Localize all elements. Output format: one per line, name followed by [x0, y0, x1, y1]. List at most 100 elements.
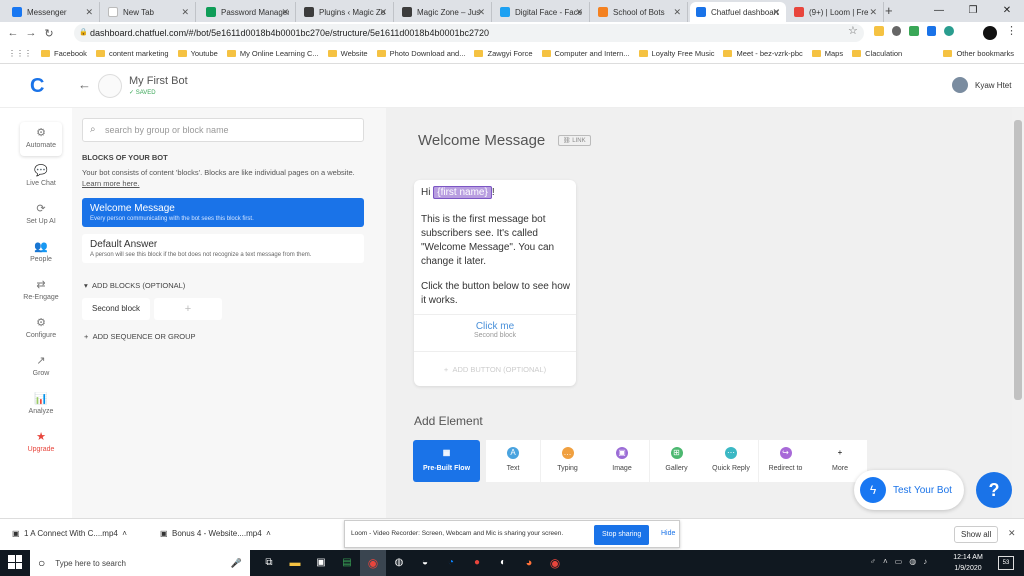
back-icon[interactable]: ←: [4, 27, 22, 39]
browser-tab[interactable]: Messenger ✕: [6, 2, 100, 22]
message-text-2[interactable]: Click the button below to see how it wor…: [421, 280, 571, 308]
close-downloads-icon[interactable]: ✕: [1008, 528, 1016, 539]
tab-close-icon[interactable]: ✕: [281, 7, 289, 18]
browser-tab[interactable]: New Tab ✕: [102, 2, 196, 22]
tab-close-icon[interactable]: ✕: [181, 7, 189, 18]
user-name[interactable]: Kyaw Htet: [975, 81, 1011, 90]
browser-tab[interactable]: Magic Zone – Jus ✕: [396, 2, 492, 22]
add-element-quick-reply[interactable]: ⋯ Quick Reply: [704, 440, 758, 482]
add-element-image[interactable]: ▣ Image: [595, 440, 649, 482]
tab-close-icon[interactable]: ✕: [772, 7, 780, 18]
help-button[interactable]: ?: [976, 472, 1012, 508]
editor-title[interactable]: Welcome Message: [418, 132, 545, 149]
back-arrow-icon[interactable]: ←: [78, 77, 91, 92]
profile-avatar[interactable]: [983, 26, 997, 40]
bot-name[interactable]: My First Bot: [129, 75, 188, 87]
firefox-icon[interactable]: ◕: [516, 550, 542, 576]
mic-icon[interactable]: 🎤: [231, 558, 242, 569]
browser-tab[interactable]: Password Manager ✕: [200, 2, 296, 22]
stop-sharing-button[interactable]: Stop sharing: [594, 525, 650, 545]
link-button[interactable]: ⛓ LINK: [558, 135, 591, 146]
star-icon[interactable]: ☆: [848, 24, 858, 37]
reload-icon[interactable]: ↻: [40, 27, 58, 40]
bot-avatar[interactable]: [98, 74, 122, 98]
browser-tab[interactable]: Digital Face - Face ✕: [494, 2, 590, 22]
windows-start-icon[interactable]: [8, 555, 22, 569]
bookmark-item[interactable]: Maps: [811, 49, 843, 58]
bookmark-item[interactable]: Zawgyi Force: [474, 49, 533, 58]
tab-close-icon[interactable]: ✕: [673, 7, 681, 18]
bookmark-item[interactable]: Youtube: [177, 49, 218, 58]
user-avatar[interactable]: [952, 77, 968, 93]
bookmark-item[interactable]: content marketing: [95, 49, 169, 58]
tab-close-icon[interactable]: ✕: [85, 7, 93, 18]
chrome-icon-2[interactable]: ◉: [542, 550, 568, 576]
learn-more-link[interactable]: Learn more here.: [82, 179, 140, 188]
extension-icons[interactable]: [874, 26, 954, 38]
add-element-gallery[interactable]: ⊞ Gallery: [649, 440, 704, 482]
task-view-icon[interactable]: ⧉: [256, 550, 282, 576]
default-answer-block[interactable]: Default Answer A person will see this bl…: [82, 234, 364, 263]
notification-count-icon[interactable]: 53: [998, 556, 1014, 570]
click-me-button[interactable]: Click me Second block: [414, 314, 576, 350]
url-bar[interactable]: 🔒 dashboard.chatfuel.com/#/bot/5e1611d00…: [74, 24, 864, 42]
message-text[interactable]: This is the first message bot subscriber…: [421, 213, 571, 269]
add-button-option[interactable]: + ADD BUTTON (OPTIONAL): [414, 351, 576, 386]
forward-icon[interactable]: →: [22, 27, 40, 39]
maximize-icon[interactable]: ❐: [956, 0, 990, 22]
rail-item-analyze[interactable]: 📊 Analyze: [20, 392, 62, 415]
browser-tab[interactable]: School of Bots ✕: [592, 2, 688, 22]
bookmark-item[interactable]: Facebook: [41, 49, 87, 58]
app-icon-10[interactable]: ◐: [490, 550, 516, 576]
download-item-2[interactable]: ▣ Bonus 4 - Website....mp4 ˄: [160, 529, 271, 538]
tab-close-icon[interactable]: ✕: [379, 7, 387, 18]
app-icon-9[interactable]: ●: [464, 550, 490, 576]
chatfuel-logo[interactable]: C: [30, 75, 44, 98]
rail-item-automate[interactable]: ⚙ Automate: [20, 126, 62, 149]
tab-close-icon[interactable]: ✕: [869, 7, 877, 18]
chrome-icon[interactable]: ◉: [360, 550, 386, 576]
browser-tab[interactable]: Chatfuel dashboard ✕: [690, 2, 786, 22]
bookmark-item[interactable]: Computer and Intern...: [541, 49, 630, 58]
photos-icon[interactable]: ◒: [412, 550, 438, 576]
app-icon-6[interactable]: ◍: [386, 550, 412, 576]
test-your-bot-button[interactable]: ϟ Test Your Bot: [854, 470, 964, 510]
minimize-icon[interactable]: —: [922, 0, 956, 22]
tab-close-icon[interactable]: ✕: [575, 7, 583, 18]
bookmark-item[interactable]: Photo Download and...: [376, 49, 465, 58]
rail-item-configure[interactable]: ⚙ Configure: [20, 316, 62, 339]
tab-close-icon[interactable]: ✕: [477, 7, 485, 18]
rail-item-live-chat[interactable]: 💬 Live Chat: [20, 164, 62, 187]
download-item-1[interactable]: ▣ 1 A Connect With C....mp4 ˄: [12, 529, 127, 538]
taskbar-clock[interactable]: 12:14 AM 1/9/2020: [948, 552, 988, 574]
camtasia-icon[interactable]: ▤: [334, 550, 360, 576]
bookmark-item[interactable]: Website: [327, 49, 368, 58]
rail-item-upgrade[interactable]: ★ Upgrade: [20, 430, 62, 453]
browser-tab[interactable]: (9+) | Loom | Fre ✕: [788, 2, 884, 22]
file-explorer-icon[interactable]: ▬: [282, 550, 308, 576]
close-window-icon[interactable]: ✕: [990, 0, 1024, 22]
scrollbar-thumb[interactable]: [1014, 120, 1022, 400]
add-element-pre-built-flow[interactable]: ▦ Pre-Built Flow: [413, 440, 480, 482]
system-tray-icons[interactable]: ♂ ˄ ▭ ◍ ♪: [870, 557, 927, 566]
second-block-button[interactable]: Second block: [82, 298, 150, 320]
rail-item-grow[interactable]: ↗ Grow: [20, 354, 62, 377]
browser-tab[interactable]: Plugins ‹ Magic Zo ✕: [298, 2, 394, 22]
bookmark-item[interactable]: Loyalty Free Music: [638, 49, 714, 58]
other-bookmarks[interactable]: Other bookmarks: [943, 49, 1014, 58]
taskbar-search[interactable]: ○ Type here to search 🎤: [30, 550, 250, 576]
message-greeting[interactable]: Hi {first name}!: [421, 186, 495, 199]
add-element-text[interactable]: A Text: [486, 440, 540, 482]
edge-icon[interactable]: ◔: [438, 550, 464, 576]
welcome-message-block[interactable]: Welcome Message Every person communicati…: [82, 198, 364, 227]
add-blocks-toggle[interactable]: ▾ ADD BLOCKS (OPTIONAL): [84, 281, 185, 290]
bookmark-item[interactable]: My Online Learning C...: [226, 49, 319, 58]
add-element-typing[interactable]: … Typing: [540, 440, 595, 482]
store-icon[interactable]: ▣: [308, 550, 334, 576]
hide-button[interactable]: Hide: [661, 530, 675, 537]
rail-item-re-engage[interactable]: ⇄ Re-Engage: [20, 278, 62, 301]
bookmark-item[interactable]: Claculation: [852, 49, 902, 58]
rail-item-people[interactable]: 👥 People: [20, 240, 62, 263]
first-name-attribute[interactable]: {first name}: [433, 186, 492, 199]
add-sequence-button[interactable]: + ADD SEQUENCE OR GROUP: [84, 332, 196, 341]
